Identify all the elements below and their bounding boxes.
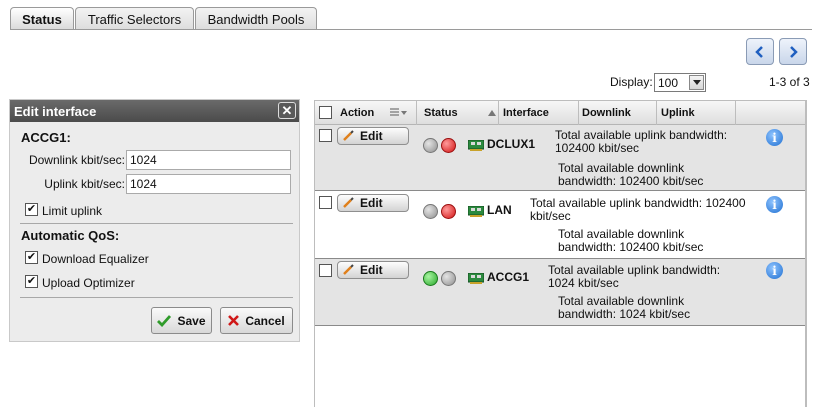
x-icon: [228, 315, 240, 326]
close-icon: ✕: [281, 102, 293, 118]
section-divider: [20, 223, 293, 224]
col-downlink[interactable]: Downlink: [579, 101, 657, 125]
chevron-left-icon: [755, 45, 763, 58]
edit-button[interactable]: Edit: [337, 194, 409, 212]
downlink-bandwidth: Total available downlink bandwidth: 1024…: [558, 227, 704, 254]
tab-underline: [10, 29, 812, 30]
edit-button[interactable]: Edit: [337, 261, 409, 279]
network-card-icon: [468, 140, 484, 151]
uplink-bandwidth: Total available uplink bandwidth: 102400…: [555, 128, 728, 155]
buttons-divider: [20, 297, 293, 298]
col-status-label: Status: [424, 107, 458, 119]
col-uplink[interactable]: Uplink: [657, 101, 736, 125]
interface-section-title: ACCG1:: [21, 130, 71, 145]
col-downlink-label: Downlink: [582, 107, 631, 119]
tab-bandwidth-pools[interactable]: Bandwidth Pools: [195, 7, 317, 30]
interface-name: DCLUX1: [487, 137, 536, 151]
interface-name: ACCG1: [487, 270, 530, 284]
save-button[interactable]: Save: [151, 307, 212, 334]
col-uplink-label: Uplink: [661, 107, 695, 119]
info-icon[interactable]: i: [766, 262, 783, 279]
row-divider: [315, 325, 805, 326]
status-grey-icon: [441, 271, 456, 286]
uplink-label: Uplink kbit/sec:: [44, 177, 125, 191]
downlink-bandwidth: Total available downlink bandwidth: 1024…: [558, 161, 704, 188]
pencil-icon: [343, 130, 354, 141]
col-action[interactable]: Action: [315, 101, 417, 125]
col-action-label: Action: [340, 107, 375, 119]
downlink-bandwidth: Total available downlink bandwidth: 1024…: [558, 294, 691, 321]
edit-label: Edit: [360, 196, 383, 210]
row-checkbox[interactable]: [319, 264, 332, 277]
select-all-checkbox[interactable]: [319, 106, 332, 119]
download-equalizer-label: Download Equalizer: [42, 252, 149, 266]
display-label: Display:: [610, 75, 653, 89]
table-row: Edit LAN Total available uplink bandwidt…: [315, 191, 805, 258]
close-button[interactable]: ✕: [278, 102, 296, 119]
table-right-edge: [806, 100, 807, 407]
panel-header: Edit interface ✕: [10, 100, 299, 122]
status-grey-icon: [423, 204, 438, 219]
cancel-button[interactable]: Cancel: [220, 307, 293, 334]
row-checkbox[interactable]: [319, 129, 332, 142]
table-row: Edit DCLUX1 Total available uplink bandw…: [315, 125, 805, 190]
uplink-value: 1024: [130, 177, 157, 191]
limit-uplink-checkbox[interactable]: ✔: [25, 203, 38, 216]
column-menu-icon[interactable]: [389, 108, 409, 118]
display-value: 100: [658, 75, 679, 90]
display-select[interactable]: 100: [654, 73, 706, 92]
interfaces-table: Action Status Interface Downlink Uplink …: [314, 100, 806, 407]
downlink-value: 1024: [130, 153, 157, 167]
status-red-icon: [441, 138, 456, 153]
pencil-icon: [343, 197, 354, 208]
uplink-bandwidth: Total available uplink bandwidth: 102400…: [530, 196, 746, 223]
tab-bar: Status Traffic Selectors Bandwidth Pools: [0, 0, 822, 30]
qos-section-title: Automatic QoS:: [21, 228, 120, 243]
prev-page-button[interactable]: [746, 38, 774, 65]
row-checkbox[interactable]: [319, 196, 332, 209]
table-header: Action Status Interface Downlink Uplink: [315, 101, 805, 125]
pencil-icon: [343, 264, 354, 275]
col-interface[interactable]: Interface: [499, 101, 579, 125]
network-card-icon: [468, 206, 484, 217]
edit-label: Edit: [360, 129, 383, 143]
status-red-icon: [441, 204, 456, 219]
dropdown-arrow-icon[interactable]: [689, 75, 704, 90]
checkmark-icon: [157, 314, 172, 327]
tab-traffic-selectors[interactable]: Traffic Selectors: [75, 7, 194, 30]
next-page-button[interactable]: [779, 38, 807, 65]
sort-ascending-icon[interactable]: [488, 110, 496, 116]
info-icon[interactable]: i: [766, 196, 783, 213]
edit-label: Edit: [360, 263, 383, 277]
downlink-field[interactable]: 1024: [126, 150, 291, 170]
panel-title: Edit interface: [14, 103, 97, 119]
col-status[interactable]: Status: [417, 101, 499, 125]
uplink-bandwidth: Total available uplink bandwidth: 1024 k…: [548, 263, 721, 290]
upload-optimizer-label: Upload Optimizer: [42, 276, 135, 290]
download-equalizer-checkbox[interactable]: ✔: [25, 251, 38, 264]
info-icon[interactable]: i: [766, 129, 783, 146]
page-count: 1-3 of 3: [769, 75, 810, 89]
interface-name: LAN: [487, 203, 512, 217]
limit-uplink-label: Limit uplink: [42, 204, 103, 218]
downlink-label: Downlink kbit/sec:: [28, 153, 125, 167]
network-card-icon: [468, 273, 484, 284]
col-interface-label: Interface: [503, 107, 549, 119]
edit-interface-panel: Edit interface ✕ ACCG1: Downlink kbit/se…: [9, 99, 300, 342]
upload-optimizer-checkbox[interactable]: ✔: [25, 275, 38, 288]
status-grey-icon: [423, 138, 438, 153]
uplink-field[interactable]: 1024: [126, 174, 291, 194]
edit-button[interactable]: Edit: [337, 127, 409, 145]
tab-status[interactable]: Status: [10, 7, 74, 30]
cancel-label: Cancel: [245, 313, 285, 328]
save-label: Save: [177, 313, 206, 328]
chevron-right-icon: [790, 45, 798, 58]
status-green-icon: [423, 271, 438, 286]
table-row: Edit ACCG1 Total available uplink bandwi…: [315, 259, 805, 325]
